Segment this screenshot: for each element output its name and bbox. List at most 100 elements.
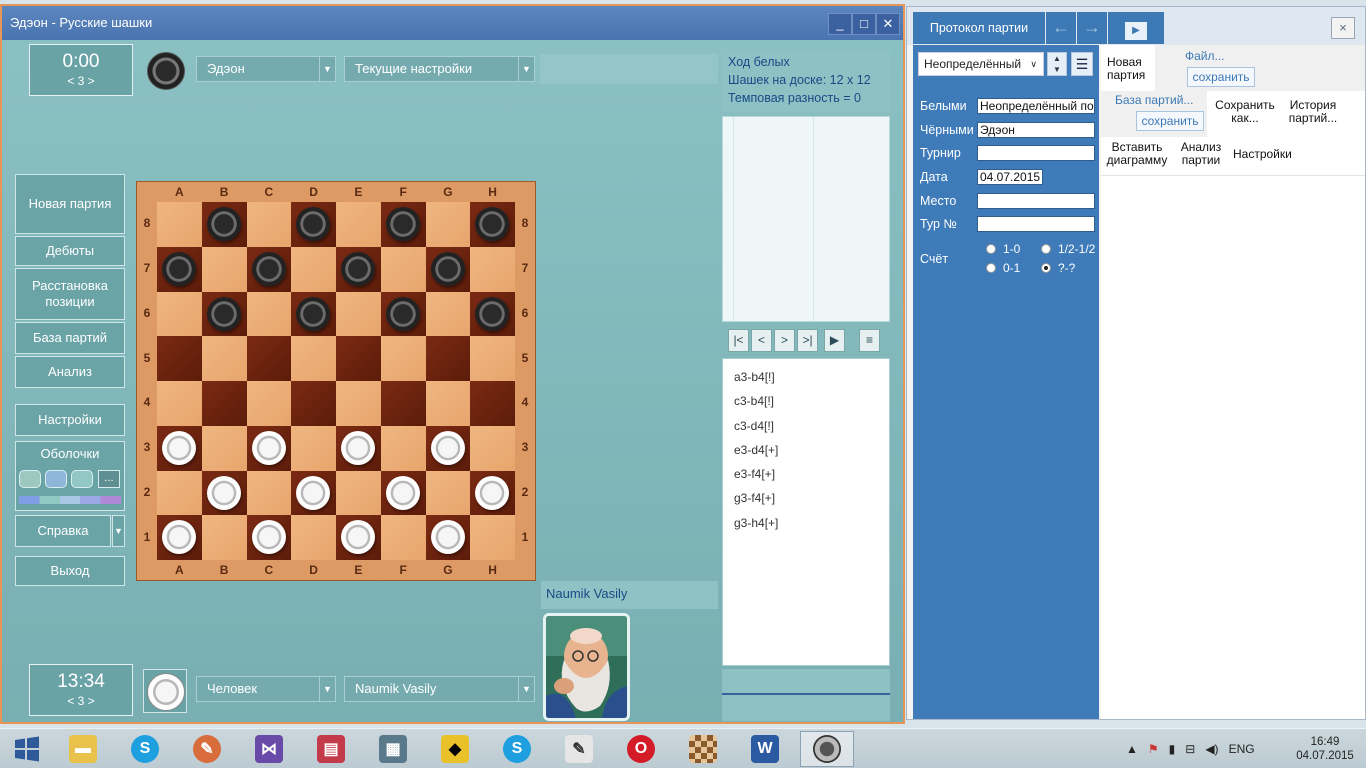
square-b4[interactable] bbox=[201, 381, 247, 426]
game-analysis-menu-item[interactable]: Анализ партии bbox=[1177, 141, 1225, 167]
history-menu-item[interactable]: История партий... bbox=[1283, 99, 1343, 125]
square-e3[interactable] bbox=[336, 425, 381, 471]
move-item[interactable]: a3-b4[!] bbox=[723, 365, 889, 389]
black-checker[interactable] bbox=[385, 296, 420, 331]
top-move-indicator[interactable]: < 3 > bbox=[30, 74, 132, 88]
square-g5[interactable] bbox=[425, 336, 471, 381]
save-as-menu-item[interactable]: Сохранить как... bbox=[1213, 99, 1277, 125]
spinner[interactable]: ▲ ▼ bbox=[1047, 52, 1067, 76]
square-d6[interactable] bbox=[291, 291, 336, 337]
move-item[interactable]: e3-d4[+] bbox=[723, 438, 889, 462]
square-h5[interactable] bbox=[470, 336, 515, 381]
menu-button[interactable]: ≡ bbox=[859, 329, 880, 352]
arrow-left-icon[interactable]: ← bbox=[1046, 12, 1076, 44]
help-button[interactable]: Справка bbox=[15, 515, 111, 547]
help-dropdown-chevron-icon[interactable]: ▼ bbox=[112, 515, 125, 547]
square-h2[interactable] bbox=[470, 470, 515, 516]
tournament-field[interactable] bbox=[977, 145, 1095, 161]
white-checker[interactable] bbox=[162, 520, 196, 555]
square-c4[interactable] bbox=[246, 381, 292, 426]
checkers-board[interactable]: A A B B C C D D E E F F G G H H 8 8 7 7 6 6 5 5 4 4 3 3 2 2 1 1 bbox=[136, 181, 536, 581]
white-checker[interactable] bbox=[385, 475, 420, 510]
minimize-button[interactable]: _ bbox=[828, 13, 852, 35]
black-checker[interactable] bbox=[206, 296, 241, 331]
calculator-icon[interactable]: ▦ bbox=[366, 731, 420, 767]
square-e1[interactable] bbox=[336, 515, 381, 560]
square-e8[interactable] bbox=[336, 202, 381, 247]
square-c8[interactable] bbox=[246, 202, 292, 247]
opera-icon[interactable]: O bbox=[614, 731, 668, 767]
first-move-button[interactable]: |< bbox=[728, 329, 749, 352]
square-f8[interactable] bbox=[380, 202, 426, 247]
black-checker[interactable] bbox=[296, 207, 331, 241]
bottom-player-name-select[interactable]: Naumik Vasily ▼ bbox=[344, 676, 535, 702]
volume-icon[interactable]: ◀) bbox=[1205, 742, 1218, 756]
square-f1[interactable] bbox=[380, 515, 426, 560]
square-h8[interactable] bbox=[470, 202, 515, 247]
square-a5[interactable] bbox=[157, 336, 202, 381]
round-field[interactable] bbox=[977, 216, 1095, 232]
new-game-menu-item[interactable]: Новая партия bbox=[1101, 45, 1155, 91]
file-explorer-icon[interactable]: ▬ bbox=[56, 731, 110, 767]
square-f2[interactable] bbox=[380, 470, 426, 516]
file-save-button[interactable]: сохранить bbox=[1187, 67, 1255, 87]
date-field[interactable]: 04.07.2015 bbox=[977, 169, 1043, 185]
square-g7[interactable] bbox=[425, 246, 471, 292]
square-a1[interactable] bbox=[157, 515, 202, 560]
white-checker[interactable] bbox=[296, 475, 331, 510]
black-checker[interactable] bbox=[251, 251, 286, 286]
square-g8[interactable] bbox=[425, 202, 471, 247]
square-g1[interactable] bbox=[425, 515, 471, 560]
notepad-icon[interactable]: ✎ bbox=[552, 731, 606, 767]
square-b8[interactable] bbox=[201, 202, 247, 247]
square-c6[interactable] bbox=[246, 291, 292, 337]
score-radio-1-0[interactable] bbox=[986, 244, 996, 254]
square-b3[interactable] bbox=[201, 425, 247, 471]
square-d1[interactable] bbox=[291, 515, 336, 560]
black-checker[interactable] bbox=[296, 296, 331, 331]
square-c1[interactable] bbox=[246, 515, 292, 560]
database-menu-item[interactable]: База партий... bbox=[1115, 94, 1193, 107]
square-h1[interactable] bbox=[470, 515, 515, 560]
white-checker[interactable] bbox=[341, 520, 375, 555]
square-f7[interactable] bbox=[380, 246, 426, 292]
chevron-up-icon[interactable]: ▲ bbox=[1126, 742, 1138, 756]
square-a8[interactable] bbox=[157, 202, 202, 247]
skin-swatch-teal[interactable] bbox=[71, 470, 93, 488]
openings-button[interactable]: Дебюты bbox=[15, 236, 125, 266]
result-select[interactable]: Неопределённый ∨ bbox=[918, 52, 1044, 76]
square-h6[interactable] bbox=[470, 291, 515, 337]
maximize-button[interactable]: □ bbox=[852, 13, 876, 35]
white-checker[interactable] bbox=[341, 430, 375, 465]
square-h3[interactable] bbox=[470, 425, 515, 471]
analysis-button[interactable]: Анализ bbox=[15, 356, 125, 388]
square-g3[interactable] bbox=[425, 425, 471, 471]
white-checker[interactable] bbox=[475, 475, 510, 510]
language-indicator[interactable]: ENG bbox=[1229, 742, 1255, 756]
arrow-right-icon[interactable]: → bbox=[1077, 12, 1107, 44]
move-item[interactable]: g3-f4[+] bbox=[723, 486, 889, 510]
comment-panel[interactable] bbox=[722, 669, 890, 721]
exit-button[interactable]: Выход bbox=[15, 556, 125, 586]
skin-swatch-green[interactable] bbox=[19, 470, 41, 488]
square-e4[interactable] bbox=[336, 381, 381, 426]
square-h7[interactable] bbox=[470, 246, 515, 292]
protocol-settings-menu-item[interactable]: Настройки bbox=[1233, 148, 1292, 161]
square-f6[interactable] bbox=[380, 291, 426, 337]
moves-list[interactable]: a3-b4[!] c3-b4[!] c3-d4[!] e3-d4[+] e3-f… bbox=[722, 358, 890, 666]
square-a7[interactable] bbox=[157, 246, 202, 292]
skype-icon-2[interactable]: S bbox=[490, 731, 544, 767]
settings-button[interactable]: Настройки bbox=[15, 404, 125, 436]
prev-move-button[interactable]: < bbox=[751, 329, 772, 352]
last-move-button[interactable]: >| bbox=[797, 329, 818, 352]
white-checker[interactable] bbox=[162, 430, 196, 465]
black-checker[interactable] bbox=[475, 296, 510, 331]
flag-icon[interactable]: ⚑ bbox=[1148, 742, 1159, 756]
square-f3[interactable] bbox=[380, 425, 426, 471]
square-b2[interactable] bbox=[201, 470, 247, 516]
square-d4[interactable] bbox=[291, 381, 336, 426]
top-engine-select[interactable]: Эдэон ▼ bbox=[196, 56, 336, 82]
white-checker[interactable] bbox=[430, 520, 465, 555]
square-e5[interactable] bbox=[336, 336, 381, 381]
score-radio-0-1[interactable] bbox=[986, 263, 996, 273]
